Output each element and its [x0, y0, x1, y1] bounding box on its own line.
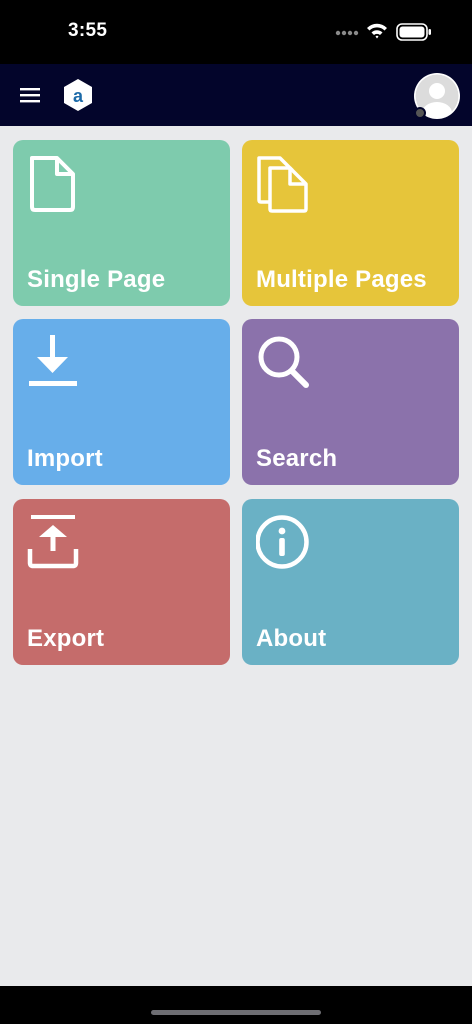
info-icon — [256, 515, 309, 569]
hamburger-menu-icon[interactable] — [19, 86, 43, 104]
tile-label: Multiple Pages — [256, 266, 427, 293]
tile-label: Import — [27, 445, 103, 472]
import-download-icon — [29, 335, 77, 386]
user-avatar-button[interactable] — [414, 73, 460, 119]
tile-label: About — [256, 625, 327, 652]
search-tile[interactable]: Search — [242, 319, 459, 485]
wifi-icon — [367, 23, 387, 39]
status-time: 3:55 — [68, 20, 108, 41]
presence-indicator — [414, 107, 426, 119]
battery-icon — [396, 23, 431, 41]
single-page-icon — [30, 156, 75, 212]
status-bar: 3:55 — [0, 0, 472, 64]
multiple-pages-tile[interactable]: Multiple Pages — [242, 140, 459, 306]
export-tile[interactable]: Export — [13, 499, 230, 665]
export-upload-icon — [27, 515, 79, 569]
about-tile[interactable]: About — [242, 499, 459, 665]
single-page-tile[interactable]: Single Page — [13, 140, 230, 306]
tile-label: Export — [27, 625, 105, 652]
home-indicator-area — [0, 986, 472, 1024]
app-bar: a — [0, 64, 472, 126]
app-logo-icon: a — [64, 79, 92, 111]
home-indicator[interactable] — [151, 1010, 321, 1015]
import-tile[interactable]: Import — [13, 319, 230, 485]
cellular-signal-icon — [335, 30, 359, 36]
tile-label: Single Page — [27, 266, 166, 293]
multiple-pages-icon — [257, 156, 308, 213]
logo-letter: a — [73, 86, 84, 106]
tile-label: Search — [256, 445, 338, 472]
search-icon — [258, 336, 309, 388]
